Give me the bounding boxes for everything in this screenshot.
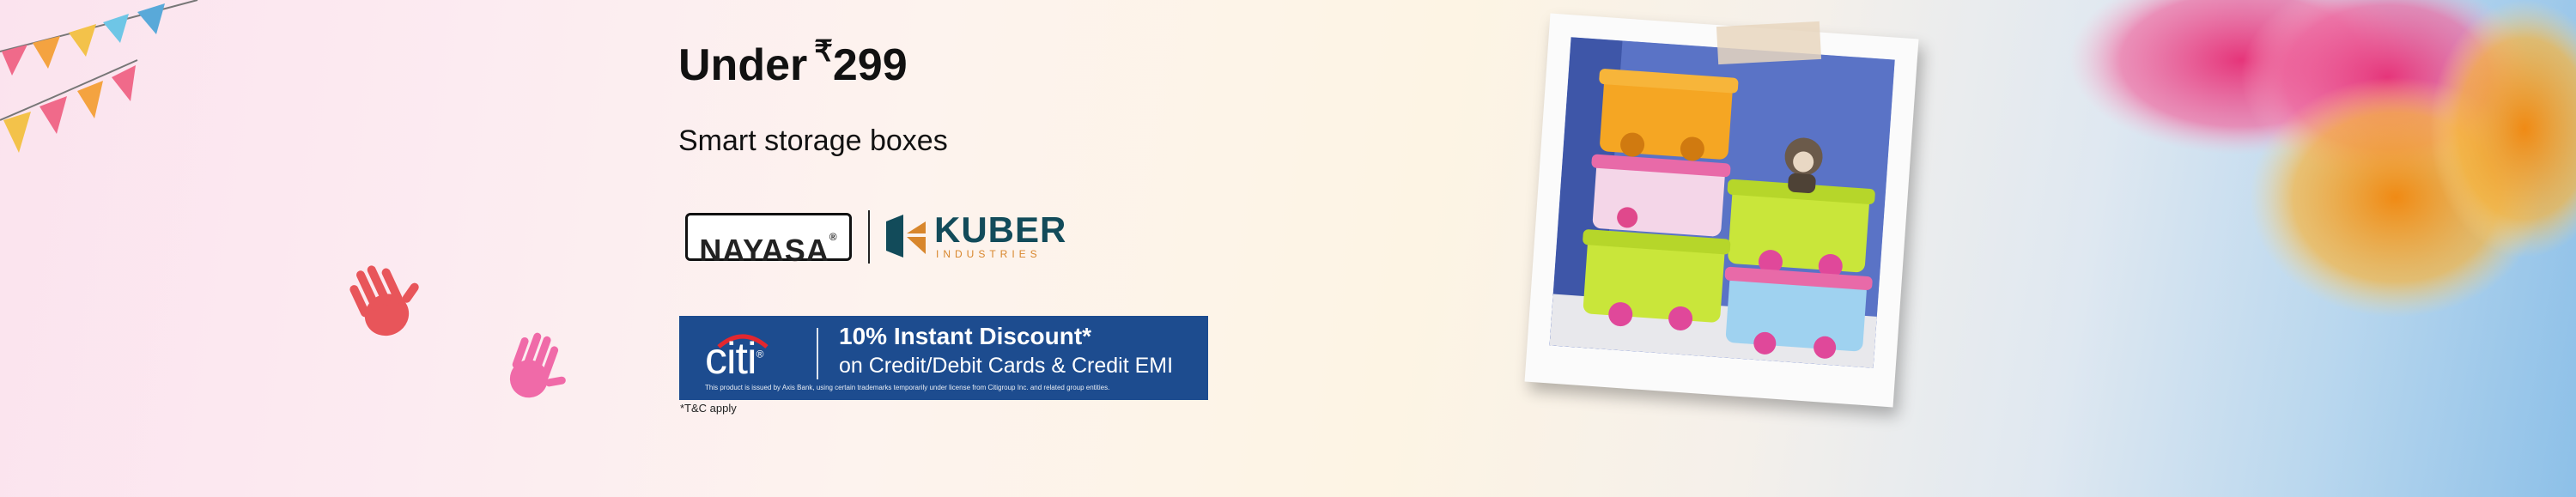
- nayasa-registered-mark: ®: [829, 231, 838, 243]
- citi-registered-mark: ®: [756, 348, 764, 361]
- promo-banner[interactable]: Under ₹299 Smart storage boxes NAYASA® KU…: [0, 0, 2576, 497]
- offer-subtitle: on Credit/Debit Cards & Credit EMI: [839, 354, 1174, 378]
- offer-divider: [817, 328, 818, 379]
- product-photo-frame[interactable]: [1524, 13, 1919, 408]
- color-powder-splash: [2069, 0, 2576, 318]
- citi-offer-box[interactable]: citi® 10% Instant Discount* on Credit/De…: [679, 316, 1208, 400]
- bunting-flags: [0, 0, 198, 153]
- subline: Smart storage boxes: [678, 124, 948, 157]
- brand-divider: [868, 210, 870, 264]
- price: 299: [832, 40, 908, 90]
- kuber-logo-icon: [886, 215, 926, 258]
- kuber-name: KUBER: [934, 209, 1067, 250]
- photo-tape: [1716, 21, 1822, 65]
- currency-symbol: ₹: [814, 35, 833, 68]
- handprint-pink-icon: [509, 332, 566, 398]
- page-title: Under ₹299: [678, 34, 908, 91]
- handprint-red-icon: [349, 265, 419, 336]
- nayasa-name: NAYASA: [699, 233, 829, 268]
- offer-fine-print: This product is issued by Axis Bank, usi…: [705, 384, 1110, 391]
- offer-title: 10% Instant Discount*: [839, 323, 1092, 349]
- headline-prefix: Under: [678, 40, 808, 90]
- kuber-subtitle: INDUSTRIES: [936, 248, 1042, 260]
- storage-boxes-photo: [1549, 37, 1895, 368]
- citi-logo: citi®: [705, 333, 764, 385]
- citi-wordmark: citi: [705, 334, 757, 384]
- brand-logos: NAYASA® KUBER INDUSTRIES: [685, 206, 1067, 268]
- tnc-note: *T&C apply: [680, 402, 737, 415]
- nayasa-logo: NAYASA®: [685, 213, 852, 268]
